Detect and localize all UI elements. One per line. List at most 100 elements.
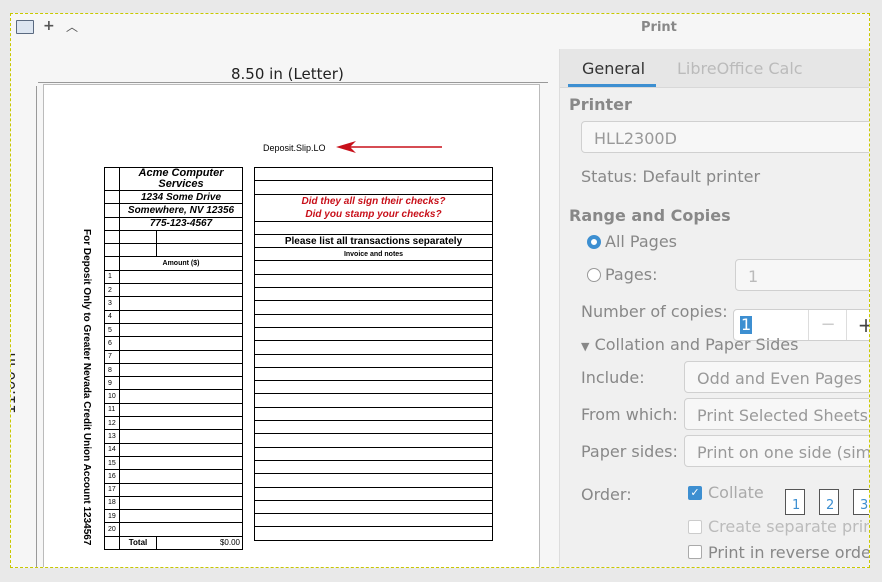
tab-general[interactable]: General: [582, 59, 645, 78]
row-number: 11: [104, 402, 120, 418]
copies-input[interactable]: 1: [740, 316, 753, 334]
row-number: 15: [104, 455, 120, 471]
table-row: 9: [104, 376, 243, 391]
table-row: [254, 166, 493, 182]
reminder-signed: Did they all sign their checks?: [254, 193, 493, 208]
company-name: Acme Computer Services: [119, 167, 243, 191]
num-cell: [104, 256, 120, 271]
copies-decrease-button[interactable]: −: [808, 310, 847, 340]
reverse-order-label[interactable]: Print in reverse order: [708, 543, 869, 562]
amount-cell: [119, 482, 243, 497]
table-row: [254, 353, 493, 368]
row-number: 2: [104, 283, 120, 298]
table-row: 10: [104, 389, 243, 404]
collate-label[interactable]: Collate: [708, 483, 764, 502]
table-row: [254, 459, 493, 475]
table-row: [254, 300, 493, 315]
window-menu-icon[interactable]: [16, 20, 34, 34]
separate-jobs-label[interactable]: Create separate print jobs for collated …: [708, 517, 869, 536]
amount-cell: [119, 336, 243, 351]
invoice-cell: [254, 326, 493, 342]
invoice-cell: [254, 513, 493, 528]
address-line-1: 1234 Some Drive: [119, 189, 243, 205]
amount-cell: [119, 442, 243, 457]
table-row: [254, 446, 493, 461]
table-row: [254, 313, 493, 328]
invoice-cell: [254, 526, 493, 541]
row-number: 16: [104, 469, 120, 484]
blank-cell: [254, 220, 493, 235]
invoice-cell: [254, 366, 493, 382]
blank-cell: [119, 243, 157, 258]
paper-sides-select[interactable]: Print on one side (simplex): [684, 435, 869, 467]
copies-increase-button[interactable]: +: [846, 310, 869, 340]
range-section-title: Range and Copies: [569, 206, 731, 225]
table-row: 8: [104, 362, 243, 378]
shade-icon[interactable]: ︿: [66, 18, 84, 34]
printer-section-title: Printer: [569, 95, 632, 114]
table-row: Somewhere, NV 12356: [104, 203, 243, 218]
invoice-cell: [254, 300, 493, 315]
blank-cell: [254, 166, 493, 182]
table-row: 5: [104, 322, 243, 338]
settings-panel: General LibreOffice Calc Printer HLL2300…: [559, 49, 869, 567]
num-cell: [104, 243, 120, 258]
pages-input[interactable]: 1: [735, 259, 869, 291]
tab-bar: General LibreOffice Calc: [560, 49, 869, 88]
collation-expander-label: Collation and Paper Sides: [594, 335, 799, 354]
page-order-icon-1: 1: [785, 489, 805, 515]
collate-checkbox[interactable]: ✓: [688, 486, 702, 500]
pin-icon[interactable]: +: [43, 18, 61, 34]
amount-cell: [119, 429, 243, 444]
collation-expander[interactable]: ▼ Collation and Paper Sides: [581, 335, 798, 354]
pages-label[interactable]: Pages:: [605, 265, 657, 284]
paper-sides-label: Paper sides:: [581, 442, 678, 461]
table-row: 15: [104, 455, 243, 471]
separate-jobs-checkbox[interactable]: [688, 520, 702, 534]
from-which-label: From which:: [581, 405, 678, 424]
doc-name-label: Deposit.Slip.LO: [263, 143, 326, 153]
table-row: Amount ($): [104, 256, 243, 271]
amount-cell: [119, 283, 243, 298]
amount-cell: [119, 522, 243, 537]
tab-libreoffice-calc[interactable]: LibreOffice Calc: [677, 59, 803, 78]
row-number: 5: [104, 322, 120, 338]
table-row: 775-123-4567: [104, 216, 243, 231]
table-row: 19: [104, 509, 243, 524]
invoice-cell: [254, 260, 493, 275]
reverse-order-checkbox[interactable]: [688, 545, 702, 559]
printer-select[interactable]: HLL2300D: [581, 121, 869, 153]
invoice-cell: [254, 273, 493, 289]
total-label: Total: [119, 535, 157, 551]
row-number: 7: [104, 349, 120, 364]
amount-cell: [119, 269, 243, 285]
all-pages-label[interactable]: All Pages: [605, 232, 677, 251]
all-pages-radio[interactable]: [587, 235, 601, 249]
include-select[interactable]: Odd and Even Pages: [684, 361, 869, 393]
table-row: [254, 273, 493, 289]
num-cell: [104, 189, 120, 205]
invoice-cell: [254, 459, 493, 475]
table-row: [254, 406, 493, 422]
table-row: 20: [104, 522, 243, 537]
table-row: 7: [104, 349, 243, 364]
window-title: Print: [641, 20, 677, 35]
invoice-header: Invoice and notes: [254, 247, 493, 262]
page-order-icon-2: 2: [819, 489, 839, 515]
red-arrow-icon: [336, 141, 442, 153]
amount-cell: [119, 389, 243, 404]
invoice-cell: [254, 446, 493, 461]
table-row: [254, 260, 493, 275]
row-number: 6: [104, 336, 120, 351]
blank-cell: [156, 243, 243, 258]
width-dimension-line: [38, 82, 548, 83]
from-which-select[interactable]: Print Selected Sheets: [684, 398, 869, 430]
printer-status: Status: Default printer: [581, 167, 761, 186]
include-label: Include:: [581, 368, 645, 387]
reminder-stamped: Did you stamp your checks?: [254, 207, 493, 222]
table-row: [104, 243, 243, 258]
blank-cell: [119, 229, 157, 245]
pages-radio[interactable]: [587, 268, 601, 282]
phone-number: 775-123-4567: [119, 216, 243, 231]
invoice-cell: [254, 473, 493, 488]
